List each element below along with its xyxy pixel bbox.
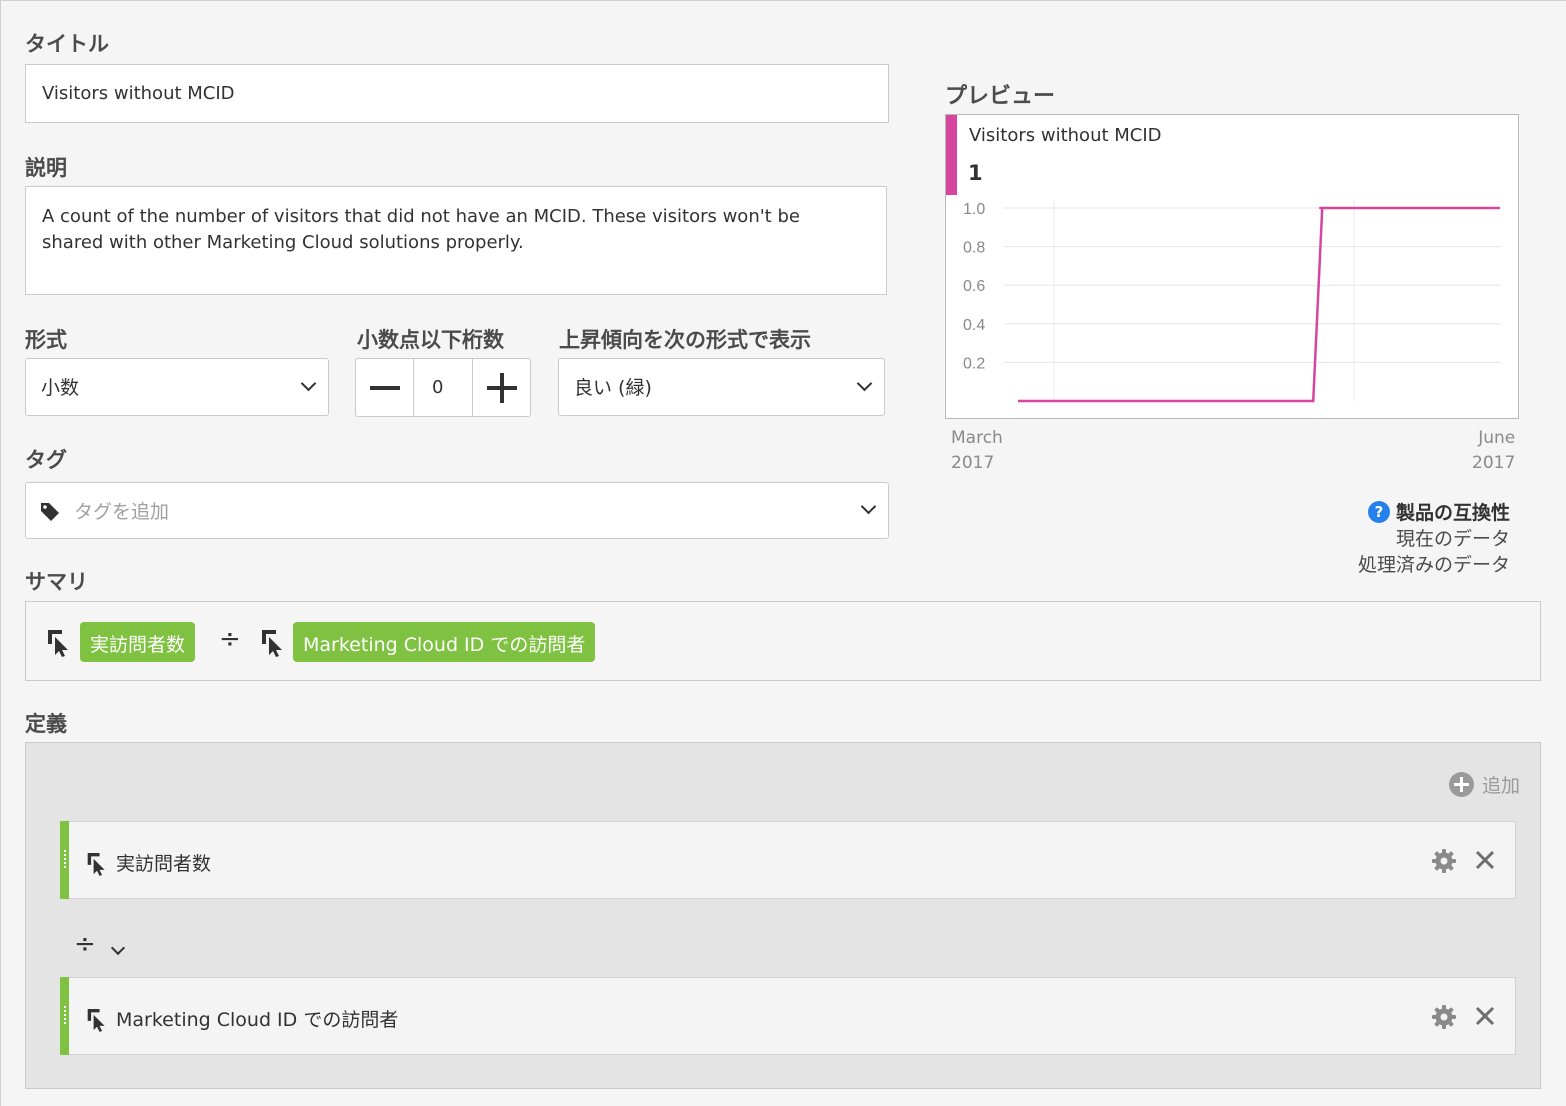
definition-label: 定義 — [25, 712, 67, 736]
definition-row-name: 実訪問者数 — [116, 853, 212, 875]
divide-operator: ÷ — [219, 624, 241, 654]
metric-cursor-icon — [87, 853, 105, 876]
x-axis-end-month: June — [1478, 428, 1516, 448]
description-textarea[interactable]: A count of the number of visitors that d… — [25, 186, 887, 295]
x-axis-start: March 2017 — [951, 426, 1003, 476]
x-axis-end-year: 2017 — [1472, 453, 1516, 473]
tags-input[interactable]: タグを追加 — [25, 482, 889, 539]
description-value: A count of the number of visitors that d… — [42, 206, 800, 253]
format-select-value: 小数 — [41, 377, 80, 399]
decimals-stepper: 0 — [355, 358, 531, 417]
title-label: タイトル — [25, 32, 109, 56]
definition-container: 追加 実訪問者数 ÷ Marketing Cloud ID での訪問者 — [25, 742, 1541, 1089]
decrement-button[interactable] — [356, 359, 414, 416]
chevron-down-icon — [860, 498, 877, 515]
x-axis-start-year: 2017 — [951, 453, 995, 473]
product-compatibility: ? 製品の互換性 現在のデータ 処理済みのデータ — [1358, 500, 1510, 578]
trend-select-value: 良い (緑) — [574, 377, 652, 399]
chart-series-line — [1018, 206, 1500, 403]
preview-label: プレビュー — [945, 84, 1056, 109]
compatibility-processed-data: 処理済みのデータ — [1357, 554, 1510, 576]
summary-box: 実訪問者数 ÷ Marketing Cloud ID での訪問者 — [25, 601, 1541, 681]
tags-placeholder: タグを追加 — [74, 501, 170, 523]
chart-y-tick-label: 0.6 — [963, 278, 985, 295]
description-label: 説明 — [25, 156, 67, 180]
increment-button[interactable] — [472, 359, 530, 416]
drag-handle-icon[interactable] — [64, 850, 66, 870]
preview-metric-value: 1 — [968, 161, 983, 185]
compatibility-heading[interactable]: ? 製品の互換性 — [1358, 500, 1510, 526]
compatibility-current-data: 現在のデータ — [1395, 528, 1510, 550]
title-input-value: Visitors without MCID — [42, 83, 235, 104]
metric-cursor-icon — [87, 1009, 105, 1032]
decimals-label: 小数点以下桁数 — [357, 328, 504, 352]
definition-row[interactable]: Marketing Cloud ID での訪問者 — [60, 977, 1516, 1055]
definition-row[interactable]: 実訪問者数 — [60, 821, 1516, 899]
chevron-down-icon — [856, 375, 873, 392]
gear-icon[interactable] — [1431, 848, 1457, 874]
x-axis-start-month: March — [951, 428, 1003, 448]
format-select[interactable]: 小数 — [25, 358, 329, 416]
summary-label: サマリ — [25, 570, 88, 594]
drag-handle-icon[interactable] — [64, 1006, 66, 1026]
add-circle-icon — [1448, 772, 1474, 797]
help-icon[interactable]: ? — [1367, 501, 1390, 523]
tag-icon — [41, 503, 59, 521]
chart-y-tick-label: 0.4 — [963, 317, 985, 334]
chart-y-tick-label: 0.2 — [963, 355, 985, 372]
add-button[interactable]: 追加 — [1448, 771, 1520, 798]
chevron-down-icon[interactable] — [110, 940, 126, 956]
decimals-value[interactable]: 0 — [432, 377, 443, 398]
format-label: 形式 — [25, 328, 67, 352]
metric-cursor-icon — [48, 630, 68, 657]
title-input[interactable]: Visitors without MCID — [25, 64, 889, 123]
chart-y-tick-label: 1.0 — [963, 201, 985, 218]
trend-label: 上昇傾向を次の形式で表示 — [559, 328, 811, 352]
gear-icon[interactable] — [1431, 1004, 1457, 1030]
preview-accent-bar — [946, 115, 957, 195]
summary-operand-pill: 実訪問者数 — [80, 622, 196, 662]
preview-card: Visitors without MCID 1 1.0 0.8 0.6 0.4 0.2 — [945, 114, 1519, 419]
tags-label: タグ — [25, 448, 67, 472]
operator-selector[interactable]: ÷ — [74, 929, 96, 959]
close-icon[interactable] — [1473, 1004, 1497, 1028]
chart-y-tick-label: 0.8 — [963, 240, 985, 257]
chevron-down-icon — [300, 375, 317, 392]
preview-chart: 1.0 0.8 0.6 0.4 0.2 — [963, 200, 1501, 403]
metric-cursor-icon — [262, 630, 282, 657]
preview-metric-name: Visitors without MCID — [969, 125, 1162, 146]
summary-operand-pill: Marketing Cloud ID での訪問者 — [293, 622, 596, 662]
definition-row-name: Marketing Cloud ID での訪問者 — [116, 1009, 399, 1031]
trend-select[interactable]: 良い (緑) — [558, 358, 885, 416]
close-icon[interactable] — [1473, 848, 1497, 872]
x-axis-end: June 2017 — [1472, 426, 1515, 476]
